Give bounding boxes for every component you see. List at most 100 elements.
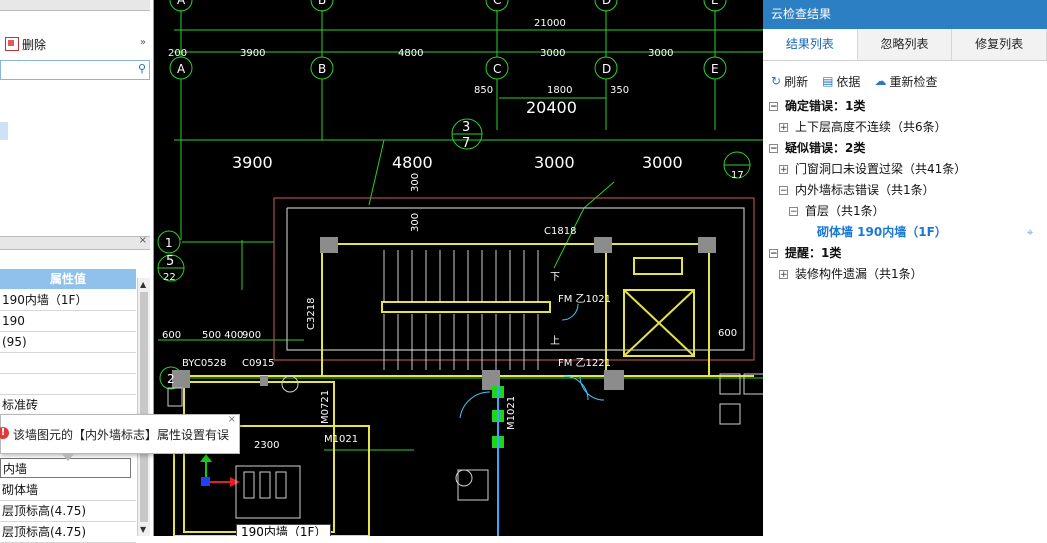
element-label: C3218 (306, 298, 317, 330)
selected-element-label: 190内墙（1F） (236, 524, 332, 536)
collapse-icon[interactable]: − (779, 185, 788, 195)
tree-node-label: 上下层高度不连续（共6条） (795, 120, 947, 134)
axis-label: B (318, 62, 326, 76)
room-dimension: 3000 (534, 153, 575, 172)
axis-label: 2 (167, 372, 175, 386)
tree-node-label: 门窗洞口未设置过梁（共41条） (795, 162, 967, 176)
basis-icon: ▤ (822, 74, 834, 88)
recheck-button[interactable]: ☁ 重新检查 (874, 73, 937, 90)
property-row[interactable]: (95) (0, 332, 136, 353)
tree-node-reminders[interactable]: − 提醒：1类 (769, 244, 841, 262)
bubble-label: 7 (462, 136, 470, 151)
tree-node-suspected-errors[interactable]: − 疑似错误：2类 (769, 139, 865, 157)
element-label: 600 (718, 328, 737, 339)
property-row[interactable] (0, 374, 136, 395)
bubble-label: 3 (462, 120, 470, 135)
property-row[interactable]: 190 (0, 311, 136, 332)
panel-title: 云检查结果 (763, 0, 1047, 29)
property-value-input[interactable]: 内墙 (0, 458, 131, 478)
axis-label: A (177, 62, 186, 76)
tree-node-label: 装修构件遗漏（共1条） (795, 267, 923, 281)
scroll-down-icon[interactable]: ▼ (140, 525, 146, 534)
tree-node-label: 首层（共1条） (805, 204, 885, 218)
tree-node-decoration-missing[interactable]: + 装修构件遗漏（共1条） (779, 265, 923, 283)
refresh-icon: ↻ (771, 74, 782, 88)
property-row[interactable] (0, 353, 136, 374)
element-label: 下 (550, 272, 560, 283)
tab-result-list[interactable]: 结果列表 (763, 29, 858, 60)
big-dimension: 20400 (526, 98, 577, 117)
tree-node-label: 砌体墙 190内墙（1F） (817, 225, 947, 239)
column[interactable] (604, 370, 624, 390)
axis-label: C (493, 0, 501, 7)
locate-icon[interactable]: ⌖ (1027, 226, 1033, 240)
tree-node-height-discontinuous[interactable]: + 上下层高度不连续（共6条） (779, 118, 947, 136)
axis-label: E (711, 0, 719, 7)
panel-close-icon[interactable]: × (139, 235, 147, 246)
tree-node-selected-wall[interactable]: 砌体墙 190内墙（1F） (817, 223, 947, 241)
panel-splitter[interactable]: × (0, 235, 150, 250)
collapse-icon[interactable]: − (769, 143, 778, 153)
element-label: C0915 (242, 358, 274, 369)
cad-drawing-canvas[interactable]: A B C D E A B C D E 1 2 21000 200 3900 4… (154, 0, 763, 536)
scroll-thumb[interactable] (140, 292, 148, 522)
tree-node-confirmed-errors[interactable]: − 确定错误：1类 (769, 97, 865, 115)
property-list-lower: 砌体墙 层顶标高(4.75) 层顶标高(4.75) (0, 480, 136, 543)
dimension-text: 2300 (254, 440, 279, 451)
element-label: 300 (410, 173, 421, 192)
delete-button[interactable]: 删除 (5, 36, 46, 53)
close-icon[interactable]: × (228, 414, 236, 425)
cloud-icon: ☁ (874, 74, 887, 88)
axis-label: B (318, 0, 326, 7)
basis-button[interactable]: ▤ 依据 (822, 73, 860, 90)
recheck-label: 重新检查 (889, 74, 938, 89)
search-icon: ⚲ (137, 62, 146, 75)
tree-node-first-floor[interactable]: − 首层（共1条） (789, 202, 885, 220)
property-row[interactable]: 190内墙（1F） (0, 290, 136, 311)
more-icon[interactable]: » (140, 37, 146, 48)
axis-label: C (493, 62, 501, 76)
property-row[interactable]: 层顶标高(4.75) (0, 501, 136, 522)
error-tooltip: ! 该墙图元的【内外墙标志】属性设置有误 × (0, 414, 240, 461)
tree-node-wall-flag-error[interactable]: − 内外墙标志错误（共1条） (779, 181, 935, 199)
axis-label: 1 (165, 236, 173, 250)
property-scrollbar[interactable]: ▲ ▼ (137, 278, 150, 536)
expand-icon[interactable]: + (779, 164, 788, 174)
collapse-icon[interactable]: − (769, 101, 778, 111)
column[interactable] (260, 376, 268, 386)
column[interactable] (594, 237, 612, 253)
tab-repair-list[interactable]: 修复列表 (952, 29, 1047, 60)
column[interactable] (172, 370, 190, 388)
property-row[interactable]: 标准砖 (0, 395, 136, 416)
dimension-text: 500 400 (202, 330, 243, 341)
selected-list-item[interactable] (0, 122, 8, 140)
floor-plan-drawing[interactable]: A B C D E A B C D E 1 2 21000 200 3900 4… (154, 0, 763, 536)
expand-icon[interactable]: + (779, 122, 788, 132)
delete-label: 删除 (22, 37, 47, 52)
tab-ignore-list[interactable]: 忽略列表 (858, 29, 953, 60)
cloud-check-panel: 云检查结果 结果列表 忽略列表 修复列表 ↻ 刷新 ▤ 依据 ☁ 重新检查 − 确… (763, 0, 1047, 536)
element-label: M1021 (506, 396, 517, 430)
collapse-icon[interactable]: − (789, 206, 798, 216)
element-label: BYC0528 (182, 358, 226, 369)
column[interactable] (320, 237, 338, 253)
tree-node-label: 确定错误：1类 (785, 99, 866, 113)
left-toolbar: 删除 » (0, 32, 150, 56)
tree-node-lintel-missing[interactable]: + 门窗洞口未设置过梁（共41条） (779, 160, 966, 178)
tree-node-label: 疑似错误：2类 (785, 141, 866, 155)
basis-label: 依据 (836, 74, 861, 89)
property-row[interactable]: 层顶标高(4.75) (0, 522, 136, 543)
scroll-up-icon[interactable]: ▲ (140, 280, 146, 289)
total-dimension: 21000 (534, 18, 566, 29)
dimension-text: 350 (610, 85, 629, 96)
dimension-text: 200 (168, 48, 187, 59)
refresh-button[interactable]: ↻ 刷新 (771, 73, 808, 90)
result-toolbar: ↻ 刷新 ▤ 依据 ☁ 重新检查 (763, 69, 1047, 93)
expand-icon[interactable]: + (779, 269, 788, 279)
dimension-text: 3000 (540, 48, 565, 59)
column[interactable] (698, 237, 716, 253)
search-input[interactable]: ⚲ (0, 60, 150, 80)
property-row[interactable]: 砌体墙 (0, 480, 136, 501)
collapse-icon[interactable]: − (769, 248, 778, 258)
element-label: C1818 (544, 226, 576, 237)
